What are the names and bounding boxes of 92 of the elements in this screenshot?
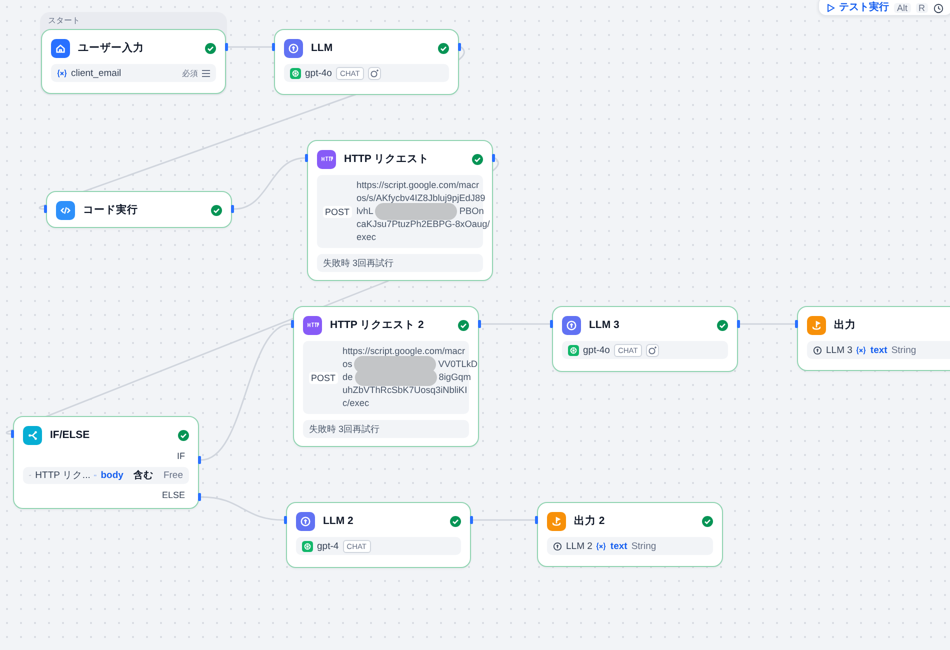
value-text: Free xyxy=(163,470,183,481)
output-node-icon xyxy=(547,512,566,530)
input-handle[interactable] xyxy=(291,320,294,328)
history-icon[interactable] xyxy=(933,2,944,14)
variable-icon xyxy=(57,68,67,78)
retry-label: 失敗時 3回再試行 xyxy=(317,254,483,272)
input-handle[interactable] xyxy=(305,154,308,162)
url-text: c/exec xyxy=(342,397,370,410)
output-handle[interactable] xyxy=(478,320,481,328)
shortcut-key: R xyxy=(916,3,928,13)
node-title: HTTP リクエスト xyxy=(344,152,430,166)
input-handle[interactable] xyxy=(44,205,47,213)
connector-line xyxy=(740,323,795,325)
type-label: String xyxy=(891,344,916,356)
variable-name: body xyxy=(100,470,124,481)
workflow-node[interactable]: コード実行 xyxy=(46,191,232,228)
url-text: de 8igGqm xyxy=(342,371,478,384)
http-node-icon xyxy=(303,316,322,334)
output-handle[interactable] xyxy=(458,43,461,51)
url-text: os/s/AKfycbv4IZ8Jbluj9pjEdJ89 xyxy=(356,192,486,205)
input-handle[interactable] xyxy=(795,320,798,328)
source-name: LLM 3 xyxy=(826,344,852,356)
method-label: POST xyxy=(323,206,352,218)
branch-label: ELSE xyxy=(162,490,186,500)
output-handle[interactable] xyxy=(470,516,473,524)
source-name: HTTP リク... xyxy=(35,469,90,482)
node-title: LLM xyxy=(311,42,334,54)
input-handle[interactable] xyxy=(284,516,287,524)
input-handle[interactable] xyxy=(11,430,14,438)
shortcut-key: Alt xyxy=(894,3,911,13)
url-text: caKJsu7PtuzPh2EBPG-8xOaug/ xyxy=(356,218,490,231)
http-node-icon xyxy=(317,150,336,168)
source-name: LLM 2 xyxy=(566,540,592,552)
connector-line xyxy=(473,519,535,521)
node-title: 出力 2 xyxy=(574,514,606,528)
node-title: LLM 3 xyxy=(589,319,620,331)
workflow-node[interactable]: HTTP リクエスト 2 POST https://script.google.com/macr os VV0TLkD de 8igGqm uhZbVThRcSbK7Uosq3iNbliKI c/exec 失敗時 3回再試行 xyxy=(293,306,479,447)
model-name: gpt-4o xyxy=(305,68,332,78)
branch-label: IF xyxy=(177,451,186,461)
test-run-button[interactable]: テスト実行 xyxy=(827,2,889,14)
node-title: IF/ELSE xyxy=(50,429,91,441)
input-handle[interactable] xyxy=(550,320,553,328)
url-text: exec xyxy=(356,231,377,244)
list-icon xyxy=(202,70,210,76)
output-handle[interactable] xyxy=(737,320,740,328)
model-icon xyxy=(302,540,313,552)
llm-node-icon xyxy=(284,38,303,58)
node-title: コード実行 xyxy=(83,203,139,217)
workflow-node[interactable]: HTTP リクエスト POST https://script.google.com/macr os/s/AKfycbv4IZ8Jbluj9pjEdJ89 lvhL PBOn caKJsu7PtuzPh2EBPG-8xOaug/ exec 失敗時 3回再試行 xyxy=(307,140,493,281)
input-handle[interactable] xyxy=(272,43,275,51)
output-handle[interactable] xyxy=(231,205,234,213)
url-text: lvhL PBOn xyxy=(356,205,490,218)
model-icon xyxy=(290,68,301,78)
variable-icon xyxy=(856,346,866,354)
url-text: uhZbVThRcSbK7Uosq3iNbliKI xyxy=(342,384,468,397)
group-label: スタート xyxy=(48,15,80,26)
type-label: String xyxy=(631,540,656,552)
variable-name: text xyxy=(870,344,888,356)
code-node-icon xyxy=(56,200,75,220)
ifelse-node-icon xyxy=(23,426,42,444)
workflow-node[interactable]: 出力 2 LLM 2 text String xyxy=(537,502,723,567)
model-name: gpt-4 xyxy=(317,540,339,552)
start-node-icon xyxy=(51,38,70,58)
llm-node-icon xyxy=(562,316,581,334)
variable-name: text xyxy=(610,540,628,552)
url-text: https://script.google.com/macr xyxy=(342,345,466,358)
operator-label: 含む xyxy=(133,469,154,482)
workflow-node[interactable]: IF/ELSE IF HTTP リク... body 含む Free ELSE xyxy=(13,416,199,509)
llm-icon xyxy=(813,346,822,354)
variable-icon xyxy=(596,542,606,550)
url-text: https://script.google.com/macr xyxy=(356,179,480,192)
model-icon xyxy=(568,344,579,356)
output-handle[interactable] xyxy=(492,154,495,162)
model-name: gpt-4o xyxy=(583,344,610,356)
node-title: LLM 2 xyxy=(323,515,354,527)
workflow-node[interactable]: ユーザー入力 client_email 必須 xyxy=(41,29,226,94)
output-node-icon xyxy=(807,316,826,334)
play-icon xyxy=(827,4,835,12)
output-handle[interactable] xyxy=(198,456,201,464)
retry-label: 失敗時 3回再試行 xyxy=(303,420,469,438)
llm-icon xyxy=(553,542,562,550)
variable-name: client_email xyxy=(71,68,122,78)
required-label: 必須 xyxy=(182,68,198,78)
output-handle[interactable] xyxy=(198,493,201,501)
output-handle[interactable] xyxy=(225,43,228,51)
workflow-node[interactable]: 出力 LLM 3 text String xyxy=(797,306,950,371)
node-title: HTTP リクエスト 2 xyxy=(330,318,425,332)
node-title: ユーザー入力 xyxy=(78,41,145,55)
llm-node-icon xyxy=(296,512,315,530)
method-label: POST xyxy=(309,372,338,384)
node-title: 出力 xyxy=(834,318,857,332)
input-handle[interactable] xyxy=(535,516,538,524)
